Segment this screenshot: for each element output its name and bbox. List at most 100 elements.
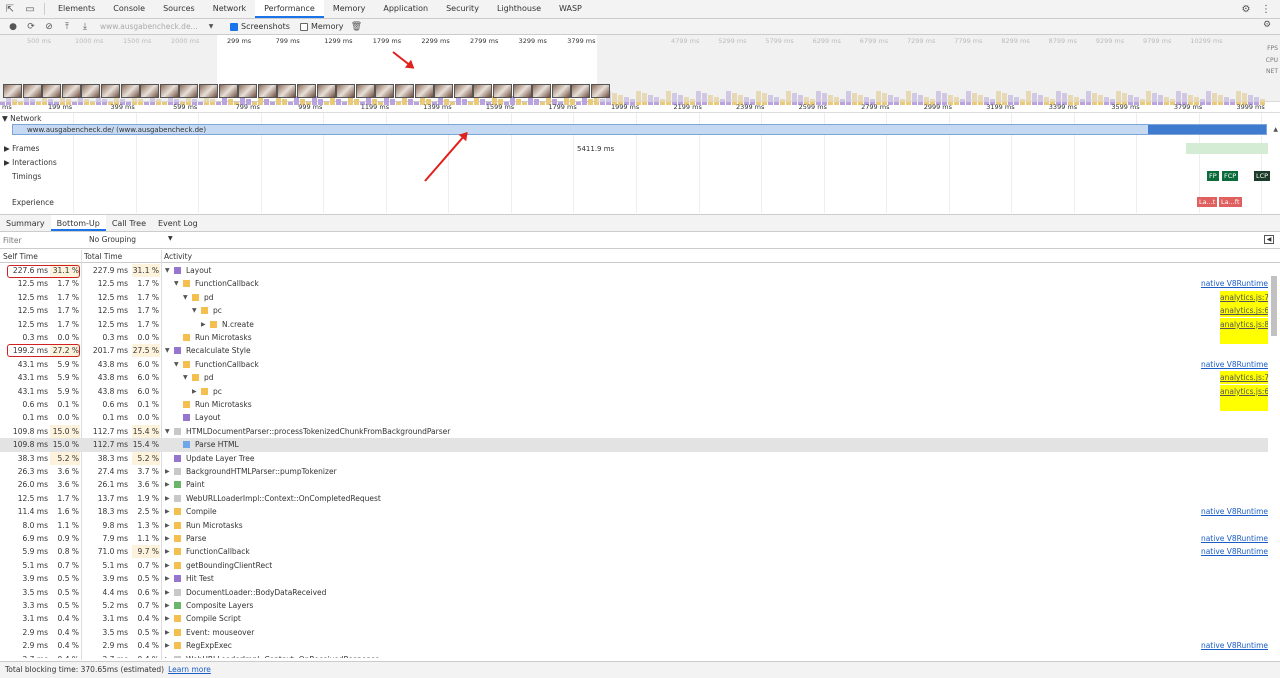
- record-icon[interactable]: ●: [4, 22, 22, 32]
- table-row[interactable]: 199.2 ms 27.2 % 201.7 ms 27.5 % ▼ Recalculate…: [0, 344, 1268, 358]
- expand-arrow-closed-icon[interactable]: ▶: [165, 599, 170, 612]
- expand-arrow-closed-icon[interactable]: ▶: [165, 492, 170, 505]
- screenshot-thumbnail[interactable]: [3, 84, 22, 98]
- activity-header[interactable]: Activity: [164, 252, 192, 261]
- scrollbar-thumb[interactable]: [1271, 276, 1277, 336]
- expand-arrow-closed-icon[interactable]: ▶: [165, 532, 170, 545]
- screenshot-thumbnail[interactable]: [159, 84, 179, 98]
- lcp-marker[interactable]: LCP: [1254, 171, 1271, 181]
- table-row[interactable]: 43.1 ms 5.9 % 43.8 ms 6.0 % ▼ pd analytics.js:…: [0, 371, 1268, 385]
- screenshot-thumbnail[interactable]: [316, 84, 336, 98]
- expand-arrow-closed-icon[interactable]: ▶: [165, 505, 170, 518]
- table-row[interactable]: 26.0 ms 3.6 % 26.1 ms 3.6 % ▶ Paint: [0, 478, 1268, 491]
- expand-arrow-open-icon[interactable]: ▼: [183, 371, 188, 384]
- screenshot-thumbnail[interactable]: [277, 84, 297, 98]
- upload-profile-icon[interactable]: ⤒: [58, 22, 76, 32]
- chevron-down-icon[interactable]: ▼: [202, 23, 220, 30]
- source-link[interactable]: native V8Runtime: [1201, 505, 1268, 518]
- source-link[interactable]: analytics.js:85: [1220, 317, 1268, 331]
- expand-arrow-closed-icon[interactable]: ▶: [165, 545, 170, 558]
- expand-arrow-closed-icon[interactable]: ▶: [165, 586, 170, 599]
- expand-arrow-closed-icon[interactable]: ▶: [165, 559, 170, 572]
- source-link[interactable]: native V8Runtime: [1201, 545, 1268, 558]
- learn-more-link[interactable]: Learn more: [168, 665, 211, 674]
- filter-input[interactable]: [3, 235, 83, 246]
- device-toolbar-icon[interactable]: ▭: [20, 0, 40, 18]
- table-row[interactable]: 109.8 ms 15.0 % 112.7 ms 15.4 % ▼ HTMLDocumen…: [0, 424, 1268, 438]
- source-link[interactable]: native V8Runtime: [1201, 277, 1268, 290]
- table-row[interactable]: 109.8 ms 15.0 % 112.7 ms 15.4 % Parse HTML: [0, 438, 1268, 452]
- table-row[interactable]: 12.5 ms 1.7 % 12.5 ms 1.7 % ▼ FunctionCallbac…: [0, 277, 1268, 290]
- screenshot-thumbnail[interactable]: [179, 84, 199, 98]
- screenshot-thumbnail[interactable]: [493, 84, 512, 98]
- expand-arrow-open-icon[interactable]: ▼: [174, 358, 179, 371]
- layout-shift-marker[interactable]: La...ft: [1219, 197, 1242, 207]
- table-row[interactable]: 12.5 ms 1.7 % 12.5 ms 1.7 % ▼ pc analytics.js:…: [0, 304, 1268, 318]
- frames-bar[interactable]: [1186, 143, 1268, 154]
- screenshot-thumbnail[interactable]: [414, 84, 434, 98]
- table-row[interactable]: 26.3 ms 3.6 % 27.4 ms 3.7 % ▶ BackgroundHTMLP…: [0, 465, 1268, 478]
- expand-arrow-closed-icon[interactable]: ▶: [165, 639, 170, 652]
- screenshot-thumbnail[interactable]: [81, 84, 101, 98]
- table-row[interactable]: 3.9 ms 0.5 % 3.9 ms 0.5 % ▶ Hit Test: [0, 572, 1268, 585]
- table-row[interactable]: 8.0 ms 1.1 % 9.8 ms 1.3 % ▶ Run Microtasks: [0, 519, 1268, 532]
- source-link[interactable]: analytics.js:69: [1220, 304, 1268, 318]
- layout-shift-marker[interactable]: La...t: [1197, 197, 1218, 207]
- collect-garbage-icon[interactable]: 🗑: [348, 22, 366, 32]
- table-row[interactable]: 11.4 ms 1.6 % 18.3 ms 2.5 % ▶ Compile native V…: [0, 505, 1268, 518]
- tab-elements[interactable]: Elements: [49, 0, 104, 18]
- expand-arrow-closed-icon[interactable]: ▶: [192, 385, 197, 398]
- screenshot-thumbnail[interactable]: [551, 84, 571, 98]
- screenshot-thumbnail[interactable]: [336, 84, 356, 98]
- tab-wasp[interactable]: WASP: [550, 0, 591, 18]
- recording-select[interactable]: www.ausgabencheck.de...: [100, 22, 202, 31]
- clear-icon[interactable]: ⊘: [40, 22, 58, 32]
- screenshot-thumbnail[interactable]: [140, 84, 160, 98]
- expand-arrow-open-icon[interactable]: ▼: [165, 425, 170, 438]
- fcp-marker[interactable]: FCP: [1222, 171, 1239, 181]
- self-time-header[interactable]: Self Time: [3, 252, 38, 261]
- interactions-track-header[interactable]: ▶ Interactions: [4, 158, 57, 167]
- table-row[interactable]: 0.6 ms 0.1 % 0.6 ms 0.1 % Run Microtasks: [0, 398, 1268, 411]
- table-row[interactable]: 12.5 ms 1.7 % 12.5 ms 1.7 % ▼ pd analytics.js:…: [0, 290, 1268, 304]
- table-row[interactable]: 2.9 ms 0.4 % 2.9 ms 0.4 % ▶ RegExpExec native …: [0, 639, 1268, 652]
- source-link[interactable]: analytics.js:69: [1220, 384, 1268, 398]
- screenshot-thumbnail[interactable]: [512, 84, 532, 98]
- table-row[interactable]: 12.5 ms 1.7 % 13.7 ms 1.9 % ▶ WebURLLoaderImp…: [0, 492, 1268, 505]
- tab-call-tree[interactable]: Call Tree: [106, 215, 152, 231]
- screenshot-thumbnail[interactable]: [120, 84, 140, 98]
- screenshot-thumbnail[interactable]: [355, 84, 375, 98]
- frames-track-header[interactable]: ▶ Frames: [4, 144, 39, 153]
- screenshot-thumbnail[interactable]: [434, 84, 454, 98]
- screenshot-thumbnail[interactable]: [238, 84, 258, 98]
- memory-checkbox[interactable]: Memory: [299, 22, 344, 31]
- show-heaviest-stack-icon[interactable]: ◀: [1264, 235, 1274, 244]
- settings-gear-icon[interactable]: ⚙: [1236, 0, 1256, 18]
- table-row[interactable]: 3.5 ms 0.5 % 4.4 ms 0.6 % ▶ DocumentLoader::B…: [0, 586, 1268, 599]
- reload-record-icon[interactable]: ⟳: [22, 22, 40, 32]
- network-track-header[interactable]: ▼ Network: [2, 114, 41, 123]
- table-row[interactable]: 5.1 ms 0.7 % 5.1 ms 0.7 % ▶ getBoundingClient…: [0, 559, 1268, 572]
- screenshots-checkbox[interactable]: Screenshots: [230, 22, 290, 31]
- expand-arrow-closed-icon[interactable]: ▶: [165, 478, 170, 491]
- expand-arrow-closed-icon[interactable]: ▶: [165, 626, 170, 639]
- expand-arrow-closed-icon[interactable]: ▶: [165, 612, 170, 625]
- table-row[interactable]: 38.3 ms 5.2 % 38.3 ms 5.2 % Update Layer Tre…: [0, 451, 1268, 465]
- screenshot-thumbnail[interactable]: [101, 84, 120, 98]
- tab-network[interactable]: Network: [204, 0, 255, 18]
- table-row[interactable]: 43.1 ms 5.9 % 43.8 ms 6.0 % ▼ FunctionCallbac…: [0, 358, 1268, 371]
- total-time-header[interactable]: Total Time: [84, 252, 122, 261]
- tab-sources[interactable]: Sources: [154, 0, 204, 18]
- tab-application[interactable]: Application: [374, 0, 437, 18]
- tab-event-log[interactable]: Event Log: [152, 215, 204, 231]
- tab-security[interactable]: Security: [437, 0, 488, 18]
- inspect-element-icon[interactable]: ⇱: [0, 0, 20, 18]
- table-row[interactable]: 0.3 ms 0.0 % 0.3 ms 0.0 % Run Microtasks: [0, 331, 1268, 344]
- source-link[interactable]: analytics.js:77: [1220, 371, 1268, 385]
- fp-marker[interactable]: FP: [1207, 171, 1219, 181]
- expand-arrow-open-icon[interactable]: ▼: [174, 277, 179, 290]
- table-row[interactable]: 43.1 ms 5.9 % 43.8 ms 6.0 % ▶ pc analytics.js:…: [0, 384, 1268, 398]
- capture-settings-icon[interactable]: ⚙: [1258, 20, 1276, 30]
- screenshot-thumbnail[interactable]: [395, 84, 414, 98]
- expand-arrow-closed-icon[interactable]: ▶: [165, 653, 170, 658]
